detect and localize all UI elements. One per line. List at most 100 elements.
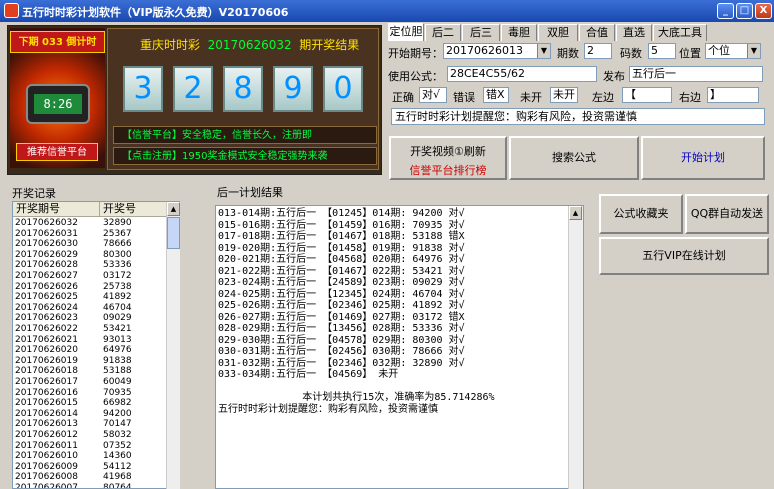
table-row[interactable]: 20170626018 53188: [13, 366, 167, 377]
table-row[interactable]: 20170626017 60049: [13, 377, 167, 388]
number-cell: 80764: [103, 483, 132, 489]
position-label: 位置: [679, 47, 701, 60]
qq-auto-send-button[interactable]: QQ群自动发送: [685, 194, 769, 234]
minimize-button[interactable]: _: [717, 3, 734, 19]
number-cell: 60049: [103, 377, 132, 387]
search-formula-button[interactable]: 搜索公式: [509, 136, 639, 180]
maximize-button[interactable]: □: [736, 3, 753, 19]
scroll-up-icon[interactable]: ▲: [167, 202, 180, 216]
col-header-period[interactable]: 开奖期号: [13, 202, 100, 217]
result-ball: 2: [173, 66, 213, 112]
trust-rank-button[interactable]: 信誉平台排行榜: [391, 162, 505, 178]
video-refresh-group: 开奖视频①刷新 信誉平台排行榜: [389, 136, 507, 180]
history-scrollbar[interactable]: ▲: [166, 202, 180, 489]
table-row[interactable]: 20170626030 78666: [13, 239, 167, 250]
table-row[interactable]: 20170626024 46704: [13, 303, 167, 314]
correct-label: 正确: [392, 91, 414, 104]
period-cell: 20170626021: [15, 334, 78, 345]
pending-label: 未开: [520, 91, 542, 104]
table-row[interactable]: 20170626025 41892: [13, 292, 167, 303]
tab-last-three[interactable]: 后三: [462, 24, 500, 41]
notice-trust[interactable]: 【信誉平台】安全稳定，信誉长久，注册即: [113, 126, 377, 144]
tab-sum[interactable]: 合值: [579, 24, 615, 41]
tab-poison[interactable]: 毒胆: [501, 24, 537, 41]
notice-register[interactable]: 【点击注册】1950奖金模式安全稳定强势来袭: [113, 147, 377, 165]
periods-input[interactable]: 2: [584, 43, 612, 59]
recommend-platform-button[interactable]: 推荐信誉平台: [16, 143, 98, 161]
history-list[interactable]: 开奖期号 开奖号 20170626032 32890 20170626031 2536…: [12, 201, 180, 489]
publish-input[interactable]: 五行后一: [629, 66, 763, 82]
close-button[interactable]: X: [755, 3, 772, 19]
table-row[interactable]: 20170626029 80300: [13, 250, 167, 261]
left-bracket-label: 左边: [592, 91, 614, 104]
window-title: 五行时时彩计划软件（VIP版永久免费）V20170606: [22, 6, 289, 19]
wrong-input[interactable]: 错X: [483, 87, 509, 103]
plan-scrollbar[interactable]: ▲: [568, 206, 583, 489]
formula-input[interactable]: 28CE4C55/62: [447, 66, 597, 82]
chevron-down-icon[interactable]: ▼: [747, 44, 760, 58]
pending-input[interactable]: 未开: [550, 87, 578, 103]
period-cell: 20170626028: [15, 260, 78, 271]
table-row[interactable]: 20170626013 70147: [13, 419, 167, 430]
tab-double[interactable]: 双胆: [538, 24, 578, 41]
number-cell: 66982: [103, 398, 132, 409]
number-cell: 14360: [103, 451, 132, 462]
table-row[interactable]: 20170626015 66982: [13, 398, 167, 409]
table-row[interactable]: 20170626010 14360: [13, 451, 167, 462]
table-row[interactable]: 20170626007 80764: [13, 483, 167, 489]
tab-direct[interactable]: 直选: [616, 24, 652, 41]
plan-results-box[interactable]: 013-014期:五行后一 【01245】014期: 94200 对√ 015-…: [215, 205, 584, 489]
correct-input[interactable]: 对√: [419, 87, 447, 103]
table-row[interactable]: 20170626027 03172: [13, 271, 167, 282]
right-bracket-input[interactable]: 】: [707, 87, 759, 103]
position-select[interactable]: 个位 ▼: [705, 43, 761, 59]
video-refresh-button[interactable]: 开奖视频①刷新: [391, 143, 505, 159]
table-row[interactable]: 20170626012 58032: [13, 430, 167, 441]
chevron-down-icon[interactable]: ▼: [537, 44, 550, 58]
table-row[interactable]: 20170626020 64976: [13, 345, 167, 356]
period-cell: 20170626026: [15, 281, 78, 292]
vip-online-plan-button[interactable]: 五行VIP在线计划: [599, 237, 769, 275]
tab-position[interactable]: 定位胆: [388, 23, 424, 42]
period-cell: 20170626030: [15, 239, 78, 250]
period-cell: 20170626023: [15, 313, 78, 324]
table-row[interactable]: 20170626008 41968: [13, 472, 167, 483]
table-row[interactable]: 20170626026 25738: [13, 282, 167, 293]
table-row[interactable]: 20170626022 53421: [13, 324, 167, 335]
period-cell: 20170626011: [15, 440, 78, 451]
table-row[interactable]: 20170626031 25367: [13, 229, 167, 240]
table-row[interactable]: 20170626009 54112: [13, 462, 167, 473]
table-row[interactable]: 20170626016 70935: [13, 388, 167, 399]
formula-favorites-button[interactable]: 公式收藏夹: [599, 194, 683, 234]
scroll-thumb[interactable]: [167, 217, 180, 249]
title-bar[interactable]: 五行时时彩计划软件（VIP版永久免费）V20170606 _ □ X: [0, 0, 774, 22]
table-row[interactable]: 20170626028 53336: [13, 260, 167, 271]
start-plan-button[interactable]: 开始计划: [641, 136, 765, 180]
periods-label: 期数: [557, 47, 579, 60]
number-cell: 07352: [103, 440, 132, 451]
tab-last-two[interactable]: 后二: [425, 24, 461, 41]
table-row[interactable]: 20170626019 91838: [13, 356, 167, 367]
code-count-input[interactable]: 5: [648, 43, 676, 59]
period-cell: 20170626007: [15, 483, 78, 489]
number-cell: 94200: [103, 408, 132, 419]
draw-period: 20170626032: [207, 38, 292, 52]
table-row[interactable]: 20170626014 94200: [13, 409, 167, 420]
number-cell: 53421: [103, 324, 132, 334]
plan-results-text: 013-014期:五行后一 【01245】014期: 94200 对√ 015-…: [218, 208, 495, 415]
period-cell: 20170626017: [15, 377, 78, 387]
left-bracket-input[interactable]: 【: [622, 87, 672, 103]
table-row[interactable]: 20170626021 93013: [13, 335, 167, 346]
history-label: 开奖记录: [12, 187, 56, 200]
scroll-up-icon[interactable]: ▲: [569, 206, 582, 220]
table-row[interactable]: 20170626023 09029: [13, 313, 167, 324]
number-cell: 70147: [103, 419, 132, 430]
col-header-number[interactable]: 开奖号: [100, 202, 167, 217]
app-icon: [4, 3, 19, 18]
table-row[interactable]: 20170626032 32890: [13, 218, 167, 229]
number-cell: 53336: [103, 260, 132, 271]
start-period-select[interactable]: 20170626013 ▼: [443, 43, 551, 59]
table-row[interactable]: 20170626011 07352: [13, 441, 167, 452]
number-cell: 80300: [103, 249, 132, 260]
tab-tools[interactable]: 大底工具: [653, 24, 707, 41]
